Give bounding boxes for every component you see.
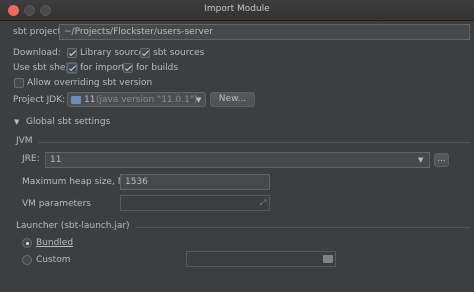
window-title: Import Module xyxy=(204,4,270,14)
collapse-triangle-icon[interactable]: ▼ xyxy=(14,115,19,129)
project-jdk-dropdown[interactable]: 11 (java version "11.0.1") ▼ xyxy=(67,92,206,107)
for-builds-label[interactable]: for builds xyxy=(136,61,178,75)
jvm-separator xyxy=(38,142,470,143)
chevron-down-icon: ▼ xyxy=(196,96,202,104)
jre-browse-button[interactable]: ... xyxy=(434,153,449,167)
download-label: Download: xyxy=(13,48,61,58)
new-jdk-button[interactable]: New... xyxy=(210,92,255,107)
chevron-down-icon: ▼ xyxy=(418,156,424,164)
bundled-label[interactable]: Bundled xyxy=(36,236,73,250)
max-heap-label: Maximum heap size, MB xyxy=(22,177,132,187)
sbt-sources-checkbox[interactable] xyxy=(140,48,150,58)
global-settings-label[interactable]: Global sbt settings xyxy=(26,115,110,129)
vm-parameters-label: VM parameters xyxy=(22,199,91,209)
max-heap-value: 1536 xyxy=(125,177,148,187)
jre-label: JRE: xyxy=(22,154,40,164)
folder-icon xyxy=(71,96,81,104)
launcher-separator xyxy=(136,227,470,228)
for-builds-checkbox[interactable] xyxy=(123,63,133,73)
custom-radio[interactable] xyxy=(22,255,32,265)
custom-launcher-path-field[interactable] xyxy=(186,251,336,267)
folder-icon[interactable] xyxy=(323,255,333,263)
jre-dropdown[interactable]: 11 ▼ xyxy=(45,152,430,168)
for-imports-checkbox[interactable] xyxy=(66,62,78,74)
expand-icon[interactable]: ⤢ xyxy=(260,196,266,210)
library-sources-checkbox[interactable] xyxy=(67,48,77,58)
jre-value: 11 xyxy=(50,155,62,165)
sbt-project-label: sbt project: xyxy=(13,27,65,37)
library-sources-label[interactable]: Library sources xyxy=(80,46,149,60)
sbt-sources-label[interactable]: sbt sources xyxy=(153,46,204,60)
allow-overriding-label[interactable]: Allow overriding sbt version xyxy=(27,76,152,90)
custom-label[interactable]: Custom xyxy=(36,253,70,267)
sbt-shell-label: Use sbt shell: xyxy=(13,63,74,73)
project-jdk-label: Project JDK: xyxy=(13,95,66,105)
jvm-section-label: JVM xyxy=(16,136,33,146)
jdk-version: 11 xyxy=(84,95,96,105)
sbt-project-path-field[interactable]: ~/Projects/Flockster/users-server xyxy=(59,24,470,40)
bundled-radio[interactable] xyxy=(22,238,32,248)
vm-parameters-field[interactable]: ⤢ xyxy=(120,195,270,211)
allow-overriding-checkbox[interactable] xyxy=(14,78,24,88)
jdk-detail: (java version "11.0.1") xyxy=(96,95,198,105)
sbt-project-path-value: ~/Projects/Flockster/users-server xyxy=(64,27,213,37)
launcher-section-label: Launcher (sbt-launch.jar) xyxy=(16,221,130,231)
bundled-label-text: Bundled xyxy=(36,238,74,248)
max-heap-field[interactable]: 1536 xyxy=(120,174,270,190)
